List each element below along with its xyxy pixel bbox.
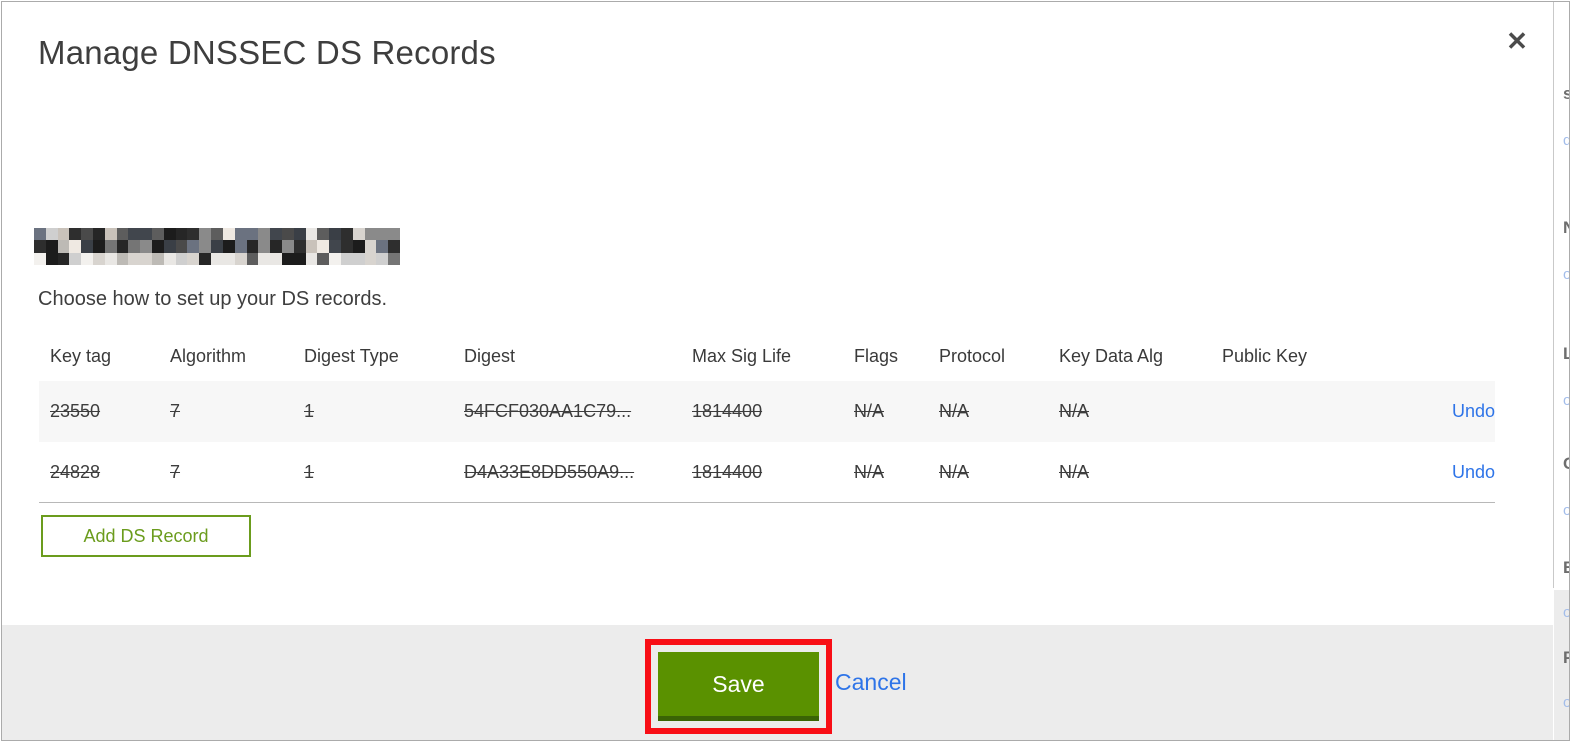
modal-footer: Save Cancel [2, 625, 1553, 740]
background-text-fragment: P [1563, 648, 1569, 668]
col-header-key-data-alg: Key Data Alg [1059, 346, 1164, 366]
col-header-flags: Flags [854, 346, 899, 366]
cell-key-data-alg: N/A [1059, 461, 1090, 482]
cell-max-sig-life: 1814400 [692, 401, 763, 421]
background-text-fragment: L [1563, 344, 1569, 364]
col-header-algorithm: Algorithm [170, 346, 247, 366]
dnssec-modal: Manage DNSSEC DS Records ✕ Choose how to… [2, 2, 1553, 740]
background-text-fragment: N [1563, 218, 1569, 238]
background-text-fragment: o [1563, 266, 1569, 283]
background-page-sliver: s d No Lo Co Eo Po [1554, 2, 1569, 740]
save-button[interactable]: Save [658, 652, 819, 721]
background-text-fragment: o [1563, 694, 1569, 711]
cancel-link[interactable]: Cancel [835, 669, 907, 696]
background-text-fragment: o [1563, 392, 1569, 409]
ds-records-table: Key tag Algorithm Digest Type Digest Max… [39, 332, 1495, 503]
background-text-fragment: s [1563, 84, 1569, 104]
col-header-max-sig-life: Max Sig Life [692, 346, 792, 366]
background-text-fragment: C [1563, 454, 1569, 474]
cell-max-sig-life: 1814400 [692, 461, 763, 482]
modal-title: Manage DNSSEC DS Records [38, 34, 496, 71]
background-text-fragment: o [1563, 604, 1569, 621]
annotation-highlight-box: Save [645, 639, 832, 734]
undo-link[interactable]: Undo [1433, 462, 1495, 483]
redacted-domain-name [34, 228, 400, 265]
col-header-protocol: Protocol [939, 346, 1006, 366]
col-header-key-tag: Key tag [50, 346, 112, 366]
screenshot-frame: Manage DNSSEC DS Records ✕ Choose how to… [1, 1, 1570, 741]
ds-records-instruction: Choose how to set up your DS records. [38, 288, 388, 310]
background-text-fragment: o [1563, 502, 1569, 519]
cell-digest-type: 1 [304, 461, 315, 482]
cell-digest: 54FCF030AA1C79... [464, 401, 632, 421]
table-row: 24828 7 1 D4A33E8DD550A9... 1814400 N/A … [39, 442, 1495, 503]
table-header-row: Key tag Algorithm Digest Type Digest Max… [39, 332, 1495, 381]
cell-key-tag: 24828 [50, 461, 101, 482]
undo-link[interactable]: Undo [1433, 401, 1495, 422]
cell-algorithm: 7 [170, 401, 181, 421]
cell-flags: N/A [854, 461, 885, 482]
cell-protocol: N/A [939, 401, 970, 421]
cell-digest: D4A33E8DD550A9... [464, 461, 635, 482]
background-text-fragment: E [1563, 558, 1569, 578]
cell-digest-type: 1 [304, 401, 315, 421]
col-header-digest-type: Digest Type [304, 346, 399, 366]
table-row: 23550 7 1 54FCF030AA1C79... 1814400 N/A … [39, 381, 1495, 442]
col-header-digest: Digest [464, 346, 516, 366]
cell-key-tag: 23550 [50, 401, 101, 421]
cell-flags: N/A [854, 401, 885, 421]
add-ds-record-button[interactable]: Add DS Record [41, 515, 251, 557]
background-text-fragment: d [1563, 132, 1569, 149]
cell-protocol: N/A [939, 461, 970, 482]
cell-key-data-alg: N/A [1059, 401, 1090, 421]
col-header-public-key: Public Key [1222, 346, 1308, 366]
close-icon[interactable]: ✕ [1500, 24, 1534, 58]
cell-algorithm: 7 [170, 461, 181, 482]
